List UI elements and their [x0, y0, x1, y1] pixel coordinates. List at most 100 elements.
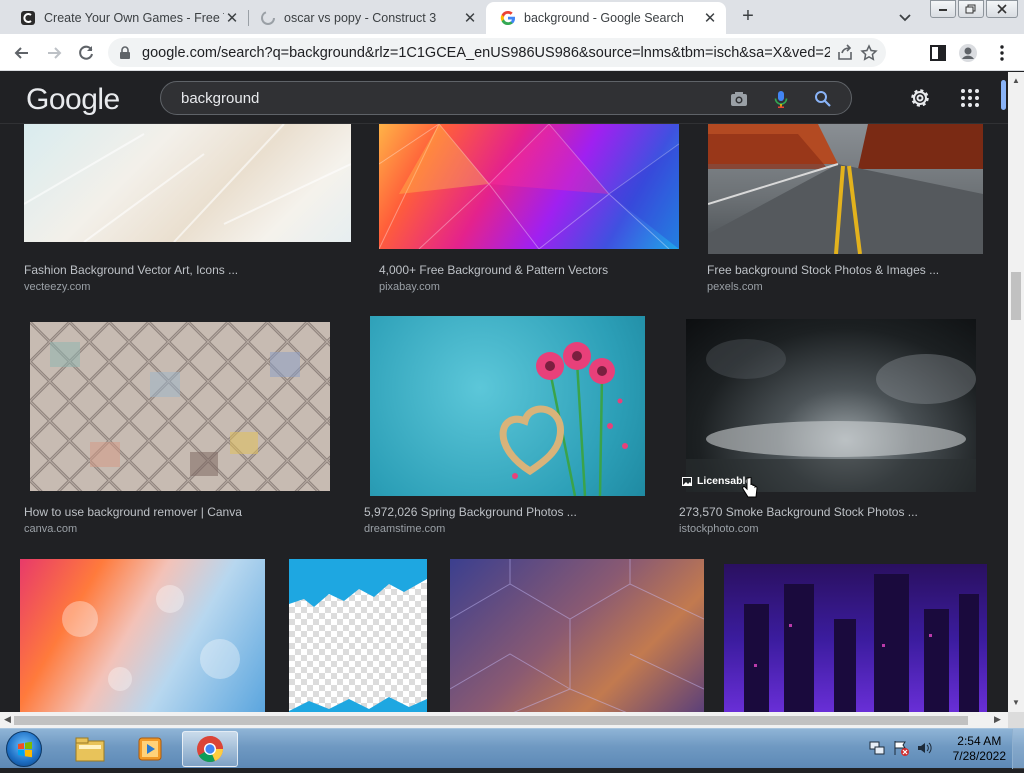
result-site[interactable]: dreamstime.com [364, 523, 445, 535]
start-button[interactable] [6, 731, 42, 767]
share-icon[interactable] [836, 43, 854, 62]
licensable-badge[interactable]: Licensable [682, 475, 751, 487]
volume-icon[interactable] [916, 739, 934, 757]
action-center-flag-icon[interactable] [892, 739, 910, 757]
result-title[interactable]: 273,570 Smoke Background Stock Photos ..… [679, 505, 918, 519]
folder-icon [75, 737, 105, 762]
chrome-menu-icon[interactable] [992, 43, 1012, 63]
tab-title: Create Your Own Games - Free T [44, 11, 224, 25]
scrollbar-corner [1008, 712, 1024, 728]
tab-close-icon[interactable]: ✕ [224, 9, 240, 27]
tab-strip: Create Your Own Games - Free T ✕ oscar v… [0, 0, 1024, 34]
neon-city-graphic [744, 574, 979, 712]
clock[interactable]: 2:54 AM 7/28/2022 [953, 734, 1006, 764]
minimize-icon [939, 9, 947, 11]
result-title[interactable]: 5,972,026 Spring Background Photos ... [364, 505, 577, 519]
construct-favicon-icon [21, 11, 35, 25]
new-tab-button[interactable]: + [736, 6, 760, 28]
address-bar[interactable]: google.com/search?q=background&rlz=1C1GC… [108, 38, 886, 67]
result-title[interactable]: Free background Stock Photos & Images ..… [707, 263, 939, 277]
vertical-scroll-thumb[interactable] [1011, 272, 1021, 320]
network-icon[interactable] [868, 739, 886, 757]
tab-search-chevron-icon[interactable] [896, 8, 914, 26]
result-site[interactable]: vecteezy.com [24, 281, 90, 293]
profile-avatar-icon[interactable] [958, 43, 978, 63]
camera-lens-icon[interactable] [729, 89, 749, 109]
result-site[interactable]: istockphoto.com [679, 523, 758, 535]
clock-time: 2:54 AM [957, 734, 1002, 748]
scroll-right-arrow-icon[interactable]: ▶ [994, 714, 1001, 725]
tab-create-games[interactable]: Create Your Own Games - Free T ✕ [0, 2, 248, 34]
scroll-up-arrow-icon[interactable]: ▲ [1012, 76, 1020, 85]
result-image-pixabay[interactable] [379, 124, 679, 249]
bookmark-star-icon[interactable] [860, 43, 878, 62]
result-site[interactable]: pexels.com [707, 281, 763, 293]
taskbar-explorer[interactable] [62, 731, 118, 767]
result-image-pexels[interactable] [708, 124, 983, 254]
search-icon[interactable] [813, 89, 833, 109]
tab-title: oscar vs popy - Construct 3 [284, 11, 437, 25]
google-apps-grid-icon[interactable] [958, 86, 982, 110]
google-header: Google background [0, 72, 1008, 124]
reload-icon[interactable] [76, 43, 96, 63]
url-text[interactable]: google.com/search?q=background&rlz=1C1GC… [142, 45, 830, 61]
result-title[interactable]: How to use background remover | Canva [24, 505, 242, 519]
result-site[interactable]: canva.com [24, 523, 77, 535]
restore-icon [965, 4, 976, 14]
polygon-pattern-graphic [379, 124, 679, 249]
taskbar-chrome[interactable] [182, 731, 238, 767]
result-image-canva[interactable] [30, 322, 330, 491]
minimize-button[interactable] [930, 0, 956, 18]
result-image-istockphoto[interactable] [686, 319, 976, 492]
result-image-torn-paper[interactable] [289, 559, 427, 712]
hand-cursor-icon [742, 477, 758, 498]
settings-gear-icon[interactable] [908, 86, 932, 110]
system-tray [862, 739, 934, 757]
road-autumn-trees-graphic [708, 124, 983, 254]
google-logo[interactable]: Google [26, 83, 120, 117]
result-site[interactable]: pixabay.com [379, 281, 440, 293]
image-badge-icon [682, 476, 692, 486]
result-image-dreamstime[interactable] [370, 316, 645, 496]
search-query[interactable]: background [181, 90, 259, 107]
media-player-icon [138, 737, 162, 761]
show-desktop-button[interactable] [1012, 729, 1024, 769]
taskbar-media-player[interactable] [122, 731, 178, 767]
clock-date: 7/28/2022 [952, 749, 1006, 763]
result-title[interactable]: Fashion Background Vector Art, Icons ... [24, 263, 238, 277]
close-window-button[interactable] [986, 0, 1018, 18]
horizontal-scroll-thumb[interactable] [14, 716, 968, 725]
scroll-left-arrow-icon[interactable]: ◀ [4, 714, 11, 725]
chrome-icon [197, 736, 223, 763]
forward-arrow-icon[interactable] [44, 43, 64, 63]
search-input[interactable]: background [160, 81, 852, 115]
back-arrow-icon[interactable] [12, 43, 32, 63]
scroll-indicator-accent [1001, 80, 1006, 110]
tab-close-icon[interactable]: ✕ [462, 9, 478, 27]
google-favicon-icon [500, 10, 516, 26]
side-panel-icon[interactable] [928, 43, 948, 63]
result-image-vecteezy[interactable] [24, 124, 351, 242]
vertical-scrollbar[interactable]: ▲ ▼ [1008, 72, 1024, 712]
lock-icon[interactable] [118, 45, 132, 60]
restore-button[interactable] [958, 0, 984, 18]
bokeh-graphic [62, 585, 240, 691]
horizontal-scrollbar[interactable]: ◀ ▶ [0, 712, 1008, 728]
result-title[interactable]: 4,000+ Free Background & Pattern Vectors [379, 263, 608, 277]
image-results-grid: Fashion Background Vector Art, Icons ...… [0, 124, 1008, 712]
loading-spinner-icon [261, 11, 275, 25]
torn-paper-graphic [289, 579, 427, 711]
result-image-bokeh[interactable] [20, 559, 265, 712]
microphone-icon[interactable] [771, 89, 791, 109]
scroll-down-arrow-icon[interactable]: ▼ [1012, 698, 1020, 707]
tab-close-icon[interactable]: ✕ [702, 9, 718, 27]
result-image-hexagon[interactable] [450, 559, 704, 712]
tab-construct[interactable]: oscar vs popy - Construct 3 ✕ [240, 2, 486, 34]
windows-taskbar: 2:54 AM 7/28/2022 [0, 728, 1024, 769]
window-controls [928, 0, 1018, 18]
tab-title: background - Google Search [524, 11, 684, 25]
result-image-city[interactable] [724, 564, 987, 712]
flowers-heart-graphic [499, 342, 628, 496]
tab-google-search[interactable]: background - Google Search ✕ [486, 2, 726, 34]
close-icon [997, 4, 1007, 14]
